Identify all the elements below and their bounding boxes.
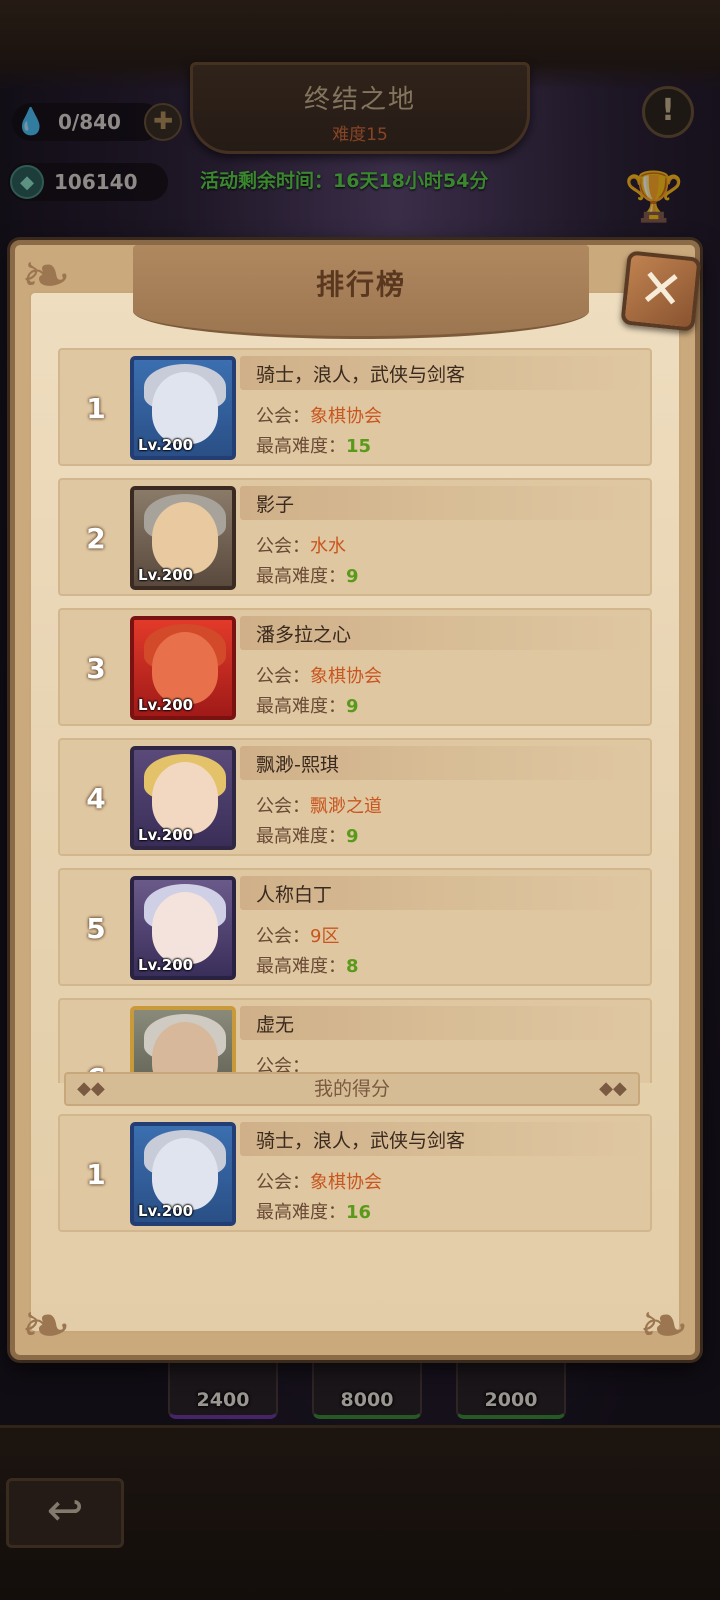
leaderboard-row[interactable]: 1 Lv.200 骑士，浪人，武侠与剑客 公会：象棋协会 最高难度：15 [58, 348, 652, 466]
corner-ornament-icon: ❧ [20, 241, 72, 311]
avatar[interactable]: Lv.200 [130, 1122, 236, 1226]
avatar[interactable]: Lv.200 [130, 876, 236, 980]
leaderboard-row[interactable]: 6 虚无 公会： [58, 998, 652, 1083]
rank-number: 1 [86, 392, 106, 425]
difficulty-line: 最高难度：9 [256, 826, 359, 847]
player-level: Lv.200 [138, 1202, 194, 1220]
difficulty-line: 最高难度：15 [256, 436, 372, 457]
max-difficulty: 9 [346, 826, 359, 847]
max-difficulty: 9 [346, 566, 359, 587]
max-difficulty: 15 [346, 436, 372, 457]
guild-line: 公会：飘渺之道 [256, 796, 382, 817]
player-name: 虚无 [256, 1014, 295, 1036]
player-name: 人称白丁 [256, 884, 333, 906]
leaderboard-row[interactable]: 2 Lv.200 影子 公会：水水 最高难度：9 [58, 478, 652, 596]
rank-number: 5 [86, 912, 106, 945]
player-name: 影子 [256, 494, 295, 516]
my-rank-row[interactable]: 1 Lv.200 骑士，浪人，武侠与剑客 公会：象棋协会 最高难度：16 [58, 1114, 652, 1232]
difficulty-line: 最高难度：16 [256, 1202, 372, 1223]
guild-name: 象棋协会 [310, 666, 382, 687]
player-level: Lv.200 [138, 436, 194, 454]
guild-line: 公会：9区 [256, 926, 340, 947]
difficulty-line: 最高难度：8 [256, 956, 359, 977]
guild-line: 公会：象棋协会 [256, 406, 382, 427]
guild-name: 9区 [310, 926, 340, 947]
leaderboard-row[interactable]: 5 Lv.200 人称白丁 公会：9区 最高难度：8 [58, 868, 652, 986]
leaderboard-row[interactable]: 3 Lv.200 潘多拉之心 公会：象棋协会 最高难度：9 [58, 608, 652, 726]
rank-number: 1 [86, 1158, 106, 1191]
avatar[interactable]: Lv.200 [130, 746, 236, 850]
guild-name: 象棋协会 [310, 406, 382, 427]
player-name: 潘多拉之心 [256, 624, 352, 646]
corner-ornament-icon: ❧ [20, 1291, 72, 1361]
my-score-header: ◆◆ 我的得分 ◆◆ [64, 1072, 640, 1106]
diamond-ornament-icon: ◆◆ [77, 1078, 105, 1099]
avatar[interactable]: Lv.200 [130, 486, 236, 590]
player-name: 飘渺-熙琪 [256, 754, 339, 776]
my-rank-row-wrap: 1 Lv.200 骑士，浪人，武侠与剑客 公会：象棋协会 最高难度：16 [58, 1114, 652, 1232]
avatar[interactable]: Lv.200 [130, 356, 236, 460]
avatar[interactable]: Lv.200 [130, 616, 236, 720]
player-name: 骑士，浪人，武侠与剑客 [256, 1130, 466, 1152]
guild-line: 公会：水水 [256, 536, 346, 557]
close-button[interactable]: ✕ [620, 250, 702, 332]
panel-header: 排行榜 [133, 245, 589, 339]
difficulty-line: 最高难度：9 [256, 566, 359, 587]
diamond-ornament-icon: ◆◆ [599, 1078, 627, 1099]
rank-number: 3 [86, 652, 106, 685]
close-icon: ✕ [636, 257, 686, 323]
player-level: Lv.200 [138, 956, 194, 974]
difficulty-line: 最高难度：9 [256, 696, 359, 717]
my-score-label: 我的得分 [313, 1078, 390, 1100]
player-level: Lv.200 [138, 696, 194, 714]
leaderboard-list[interactable]: 1 Lv.200 骑士，浪人，武侠与剑客 公会：象棋协会 最高难度：15 2 L… [58, 348, 660, 1083]
guild-line: 公会：象棋协会 [256, 1172, 382, 1193]
guild-name: 水水 [310, 536, 346, 557]
corner-ornament-icon: ❧ [638, 1291, 690, 1361]
max-difficulty: 16 [346, 1202, 372, 1223]
rank-number: 2 [86, 522, 106, 555]
player-name: 骑士，浪人，武侠与剑客 [256, 364, 466, 386]
rank-number: 4 [86, 782, 106, 815]
max-difficulty: 8 [346, 956, 359, 977]
player-level: Lv.200 [138, 566, 194, 584]
player-level: Lv.200 [138, 826, 194, 844]
max-difficulty: 9 [346, 696, 359, 717]
guild-name: 象棋协会 [310, 1172, 382, 1193]
leaderboard-row[interactable]: 4 Lv.200 飘渺-熙琪 公会：飘渺之道 最高难度：9 [58, 738, 652, 856]
panel-title: 排行榜 [315, 268, 406, 301]
guild-name: 飘渺之道 [310, 796, 382, 817]
guild-line: 公会：象棋协会 [256, 666, 382, 687]
